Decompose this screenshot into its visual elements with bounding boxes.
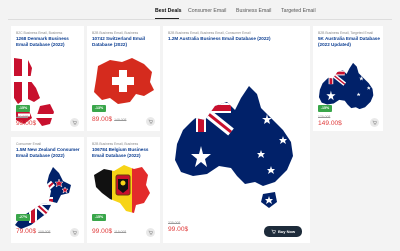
buy-now-button[interactable]: Buy Now bbox=[264, 226, 302, 237]
product-card-switzerland[interactable]: B2B Business Email, Business 10742 Switz… bbox=[87, 26, 160, 131]
discount-badge: -13% bbox=[92, 105, 106, 112]
price: 89.00$ 149.00$ bbox=[92, 116, 127, 123]
price: 149.00$ bbox=[318, 120, 342, 127]
tab-business-email[interactable]: Business Email bbox=[236, 8, 271, 14]
price: 99.00$ bbox=[16, 120, 37, 127]
add-to-cart-button[interactable] bbox=[146, 228, 155, 237]
cart-icon bbox=[72, 120, 77, 125]
old-price: 109.00$ bbox=[38, 230, 51, 234]
tabs-divider bbox=[8, 19, 392, 20]
add-to-cart-button[interactable] bbox=[146, 117, 155, 126]
product-category: Consumer Email bbox=[16, 142, 42, 146]
product-category: B2B Business Email, Business bbox=[92, 142, 139, 146]
product-category: B2B Business Email, Business Email, Cons… bbox=[168, 31, 251, 35]
old-price: 119.00$ bbox=[114, 230, 127, 234]
price: 99.00$ bbox=[168, 226, 189, 233]
old-price: 119.00$ bbox=[16, 115, 29, 119]
tab-consumer-email[interactable]: Consumer Email bbox=[188, 8, 226, 14]
old-price: 329.00$ bbox=[168, 221, 181, 225]
product-title[interactable]: 1268 Denmark Business Email Database (20… bbox=[16, 36, 82, 47]
product-card-australia-featured[interactable]: B2B Business Email, Business Email, Cons… bbox=[163, 26, 310, 243]
cart-icon bbox=[72, 230, 77, 235]
add-to-cart-button[interactable] bbox=[70, 118, 79, 127]
belgium-map-icon bbox=[94, 165, 150, 213]
switzerland-map-icon bbox=[94, 58, 154, 104]
product-title[interactable]: 5K Australia Email Database (2022 Update… bbox=[318, 36, 380, 47]
tab-best-deals[interactable]: Best Deals bbox=[155, 8, 182, 14]
tab-targeted-email[interactable]: Targeted Email bbox=[281, 8, 316, 14]
add-to-cart-button[interactable] bbox=[70, 228, 79, 237]
old-price: 179.00$ bbox=[318, 115, 331, 119]
product-card-belgium[interactable]: B2B Business Email, Business 106784 Belg… bbox=[87, 137, 160, 243]
product-title[interactable]: 1.2M Australia Business Email Database (… bbox=[168, 36, 298, 42]
cart-icon bbox=[148, 119, 153, 124]
product-title[interactable]: 1.5M New Zealand Consumer Email Database… bbox=[16, 147, 82, 158]
add-to-cart-button[interactable] bbox=[370, 118, 379, 127]
discount-badge: -15% bbox=[318, 105, 332, 112]
discount-badge: -15% bbox=[92, 214, 106, 221]
product-card-denmark[interactable]: B2C Business Email, Business 1268 Denmar… bbox=[11, 26, 84, 131]
australia-map-icon bbox=[175, 86, 293, 208]
discount-badge: -15% bbox=[16, 105, 30, 112]
product-card-new-zealand[interactable]: Consumer Email 1.5M New Zealand Consumer… bbox=[11, 137, 84, 243]
australia-small-map-icon bbox=[318, 62, 374, 110]
buy-now-label: Buy Now bbox=[277, 229, 296, 234]
discount-badge: -27% bbox=[16, 214, 30, 221]
cart-icon bbox=[372, 120, 377, 125]
old-price: 149.00$ bbox=[114, 118, 127, 122]
product-title[interactable]: 106784 Belgium Business Email Database (… bbox=[92, 147, 158, 158]
product-category: B2B Business Email, Business bbox=[92, 31, 139, 35]
product-category: B2B Business Email, Targeted Email bbox=[318, 31, 373, 35]
product-title[interactable]: 10742 Switzerland Email Database (2022) bbox=[92, 36, 158, 47]
price: 79.00$ 109.00$ bbox=[16, 228, 51, 235]
product-card-australia-5k[interactable]: B2B Business Email, Targeted Email 5K Au… bbox=[313, 26, 383, 131]
product-category: B2C Business Email, Business bbox=[16, 31, 63, 35]
price: 99.00$ 119.00$ bbox=[92, 228, 127, 235]
cart-icon bbox=[271, 229, 276, 234]
cart-icon bbox=[148, 230, 153, 235]
